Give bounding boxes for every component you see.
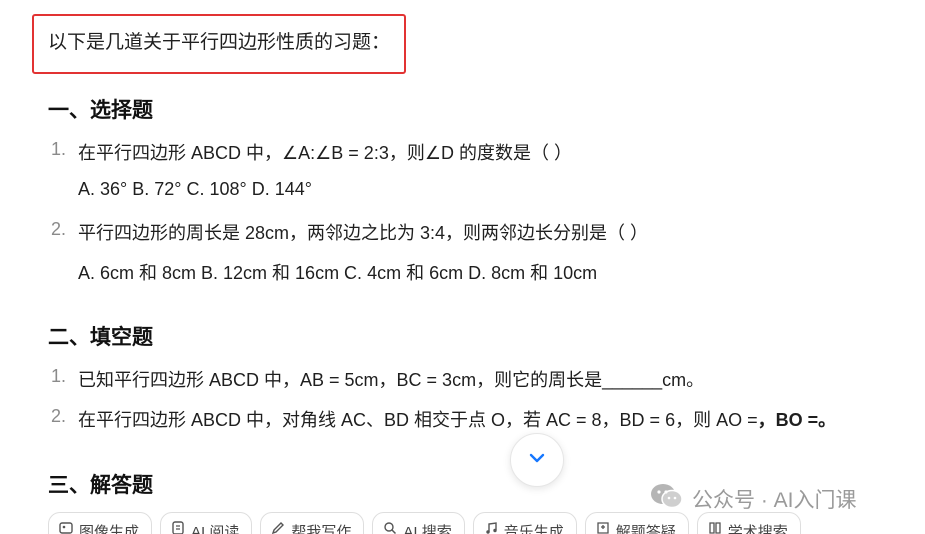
tool-ai-read[interactable]: AI 阅读 — [160, 512, 253, 534]
wechat-icon — [650, 482, 684, 516]
tool-label: 学术搜索 — [727, 524, 788, 534]
watermark: 公众号 · AI入门课 — [650, 482, 857, 516]
question-number: 2. — [51, 406, 67, 426]
tool-label: 音乐生成 — [503, 524, 564, 534]
chevron-down-icon — [527, 448, 547, 473]
tool-solve[interactable]: 解题答疑 — [584, 512, 689, 534]
question-text: 在平行四边形 ABCD 中，对角线 AC、BD 相交于点 O，若 AC = 8，… — [78, 406, 836, 432]
section-heading-choice: 一、选择题 — [48, 99, 153, 122]
question-number: 1. — [51, 139, 67, 159]
solve-icon — [596, 521, 610, 534]
feature-toolbar: 图像生成 AI 阅读 帮我写作 AI 搜索 音乐生成 解题答疑 学术搜索 — [48, 512, 801, 534]
ai-search-icon — [383, 521, 397, 534]
image-gen-icon — [59, 521, 73, 534]
section-heading-fill: 二、填空题 — [48, 326, 153, 349]
tool-academic-search[interactable]: 学术搜索 — [696, 512, 801, 534]
book-icon — [708, 521, 722, 534]
intro-text: 以下是几道关于平行四边形性质的习题： — [48, 32, 391, 53]
tool-label: 图像生成 — [79, 524, 140, 534]
scroll-down-button[interactable] — [510, 433, 564, 487]
question-text-tail: ，BO =。 — [757, 410, 837, 430]
tool-label: 解题答疑 — [615, 524, 676, 534]
question-text: 已知平行四边形 ABCD 中，AB = 5cm，BC = 3cm，则它的周长是_… — [78, 370, 705, 390]
question-number: 1. — [51, 366, 67, 386]
question-text: 在平行四边形 ABCD 中，∠A:∠B = 2:3，则∠D 的度数是（ ） — [78, 143, 572, 163]
tool-ai-search[interactable]: AI 搜索 — [372, 512, 465, 534]
question-text: 平行四边形的周长是 28cm，两邻边之比为 3:4，则两邻边长分别是（ ） — [78, 223, 649, 243]
question-options: A. 36° B. 72° C. 108° D. 144° — [78, 179, 312, 199]
section-heading-answer: 三、解答题 — [48, 474, 153, 497]
tool-label: AI 搜索 — [403, 524, 452, 534]
pen-icon — [271, 521, 285, 534]
question-text-main: 在平行四边形 ABCD 中，对角线 AC、BD 相交于点 O，若 AC = 8，… — [78, 410, 758, 430]
question-number: 2. — [51, 219, 67, 239]
tool-image-gen[interactable]: 图像生成 — [48, 512, 153, 534]
tool-write[interactable]: 帮我写作 — [260, 512, 365, 534]
chat-content: 以下是几道关于平行四边形性质的习题： 一、选择题 1. 在平行四边形 ABCD … — [0, 0, 925, 534]
music-icon — [484, 521, 498, 534]
tool-music-gen[interactable]: 音乐生成 — [472, 512, 577, 534]
tool-label: 帮我写作 — [291, 524, 352, 534]
ai-read-icon — [171, 521, 185, 534]
question-options: A. 6cm 和 8cm B. 12cm 和 16cm C. 4cm 和 6cm… — [78, 263, 598, 283]
tool-label: AI 阅读 — [191, 524, 240, 534]
watermark-text: 公众号 · AI入门课 — [692, 489, 857, 512]
